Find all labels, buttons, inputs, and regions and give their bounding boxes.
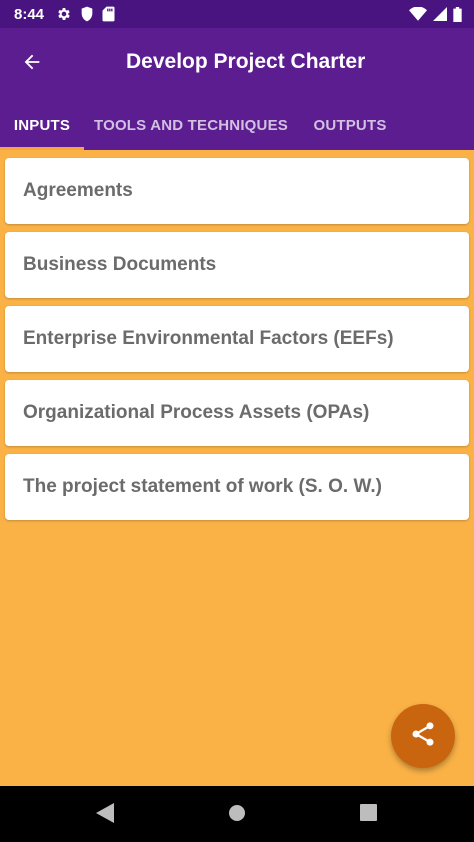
system-nav-bar: [0, 786, 474, 842]
nav-home-button[interactable]: [226, 804, 248, 826]
nav-back-icon: [96, 802, 114, 828]
battery-icon: [453, 6, 462, 22]
list-item-label: Enterprise Environmental Factors (EEFs): [23, 328, 394, 349]
tab-bar: INPUTS TOOLS AND TECHNIQUES OUTPUTS: [0, 100, 474, 150]
gear-icon: [56, 6, 72, 22]
share-icon: [409, 720, 437, 753]
list-item-eefs[interactable]: Enterprise Environmental Factors (EEFs): [5, 306, 469, 372]
tab-inputs[interactable]: INPUTS: [0, 100, 84, 150]
tab-outputs[interactable]: OUTPUTS: [298, 100, 402, 150]
share-button[interactable]: [391, 704, 455, 768]
status-left-icons: [56, 6, 115, 22]
status-time: 8:44: [14, 5, 45, 23]
app-bar: Develop Project Charter: [0, 28, 474, 100]
list-item-business-documents[interactable]: Business Documents: [5, 232, 469, 298]
list-item-agreements[interactable]: Agreements: [5, 158, 469, 224]
shield-icon: [80, 6, 94, 22]
list-item-label: Agreements: [23, 180, 133, 201]
back-button[interactable]: [14, 46, 50, 82]
nav-back-button[interactable]: [94, 802, 116, 828]
inputs-list: Agreements Business Documents Enterprise…: [5, 158, 469, 528]
wifi-icon: [409, 7, 427, 21]
list-item-label: Organizational Process Assets (OPAs): [23, 402, 370, 423]
nav-recents-button[interactable]: [357, 804, 379, 826]
sd-card-icon: [102, 6, 115, 22]
status-bar: 8:44: [0, 0, 474, 28]
screen: 8:44 Develop Project Charter INPUTS TOOL…: [0, 0, 474, 842]
cell-signal-icon: [433, 7, 447, 21]
status-right-icons: [409, 6, 462, 22]
nav-recents-icon: [359, 804, 377, 826]
page-title: Develop Project Charter: [126, 50, 366, 73]
tab-tools-and-techniques[interactable]: TOOLS AND TECHNIQUES: [84, 100, 298, 150]
list-item-label: The project statement of work (S. O. W.): [23, 476, 382, 497]
arrow-left-icon: [21, 51, 43, 78]
list-item-opas[interactable]: Organizational Process Assets (OPAs): [5, 380, 469, 446]
nav-home-icon: [228, 804, 246, 827]
list-item-label: Business Documents: [23, 254, 217, 275]
list-item-sow[interactable]: The project statement of work (S. O. W.): [5, 454, 469, 520]
